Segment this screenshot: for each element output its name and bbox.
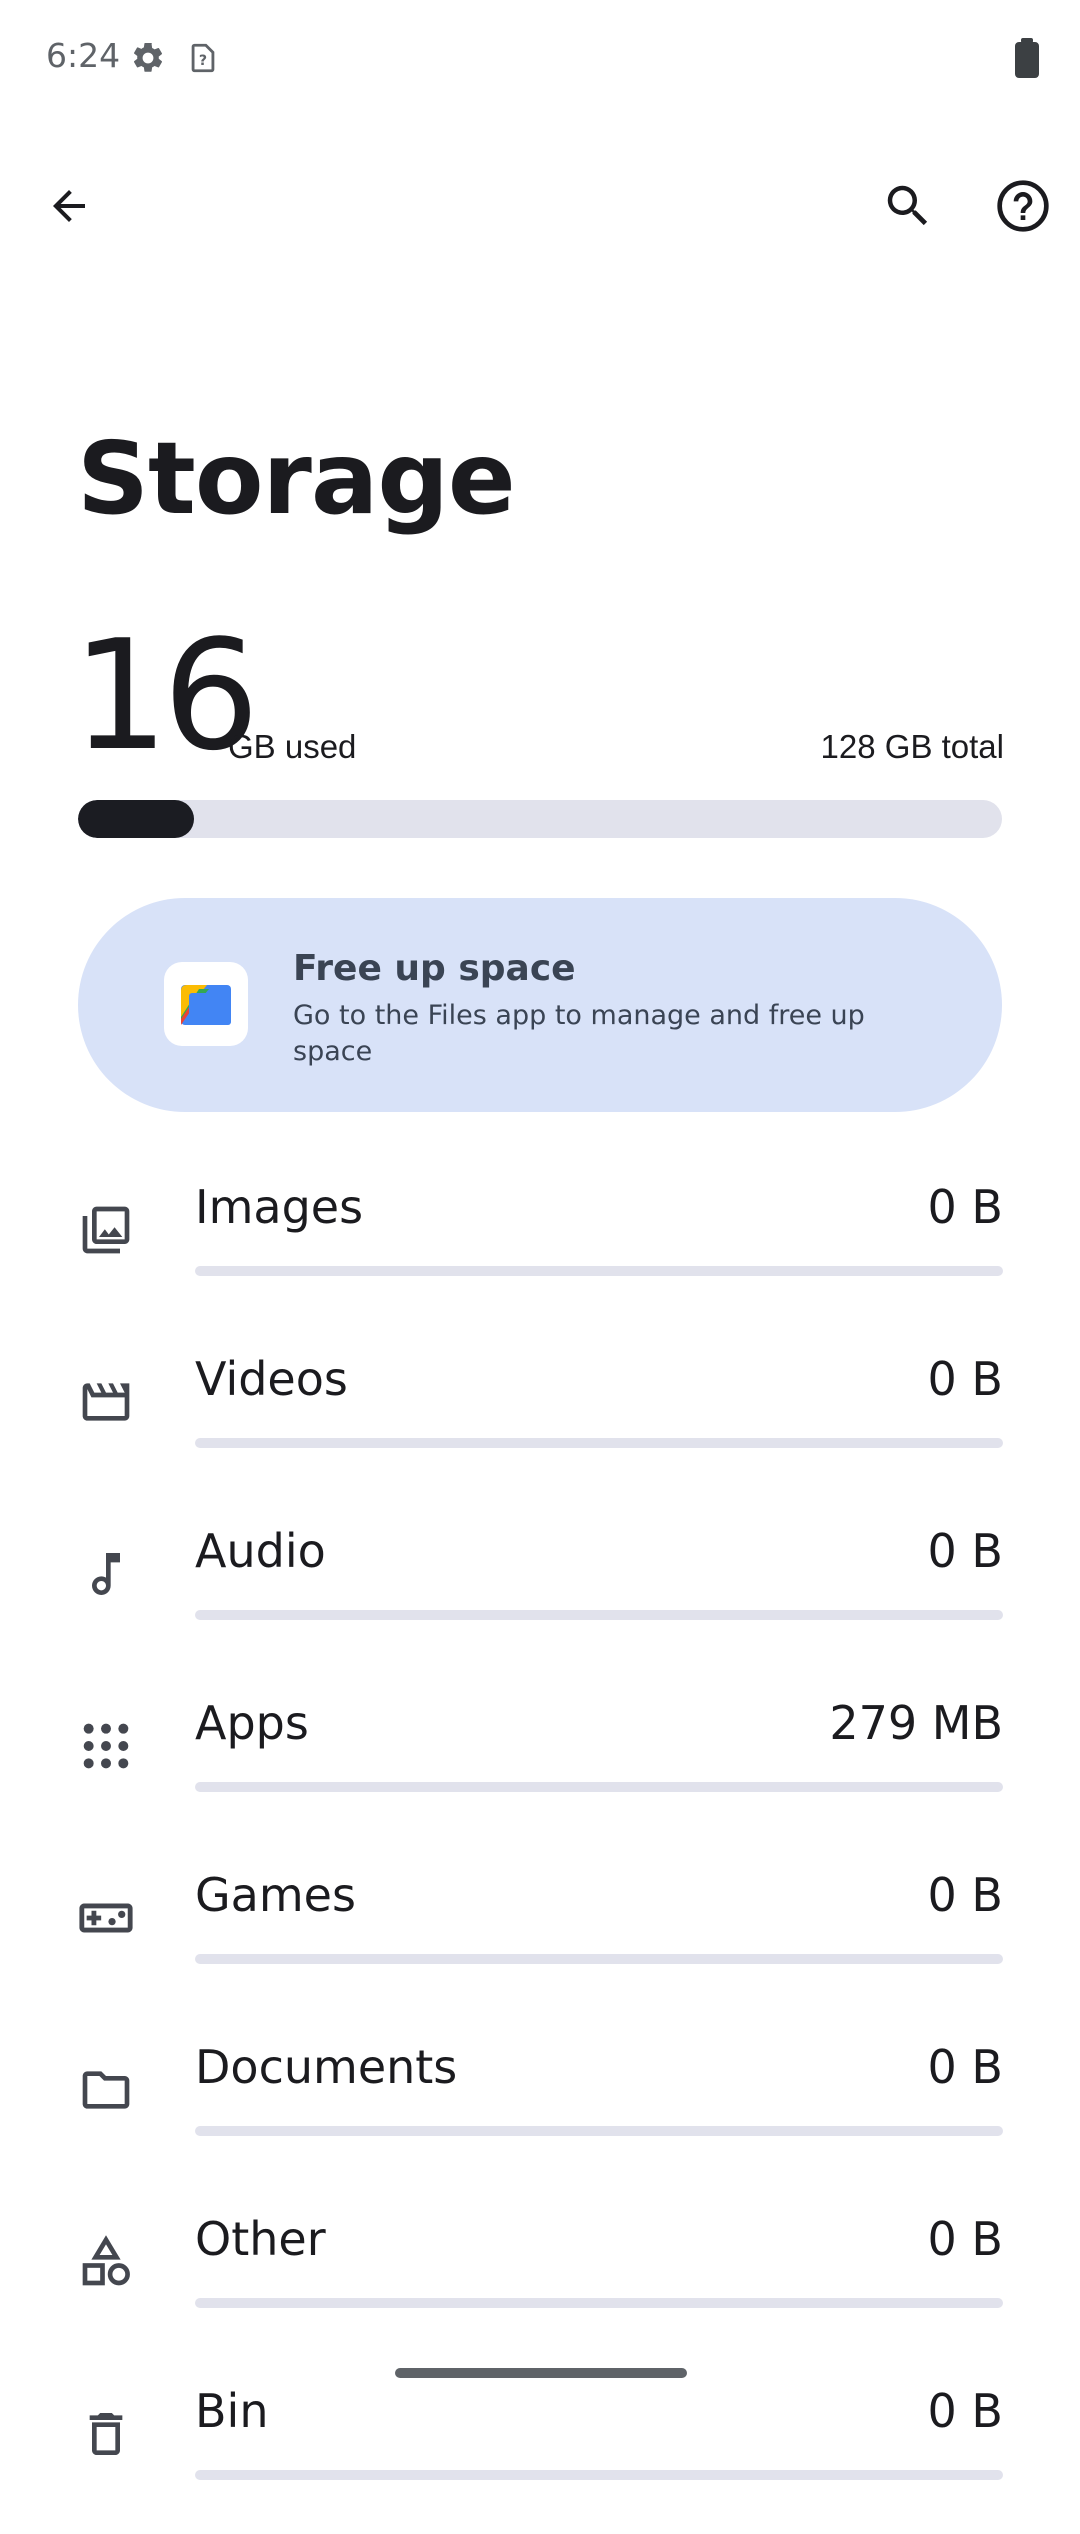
category-row-other[interactable]: Other 0 B	[0, 2192, 1080, 2362]
category-row-images[interactable]: Images 0 B	[0, 1160, 1080, 1330]
category-size: 0 B	[927, 1352, 1003, 1406]
total-storage-label: 128 GB total	[820, 728, 1004, 765]
category-name: Audio	[195, 1524, 326, 1578]
category-size: 0 B	[927, 2384, 1003, 2438]
settings-gear-icon	[130, 40, 166, 81]
category-name: Other	[195, 2212, 326, 2266]
category-size: 0 B	[927, 1868, 1003, 1922]
page-title: Storage	[77, 420, 516, 537]
category-name: Games	[195, 1868, 356, 1922]
files-app-icon	[164, 962, 248, 1046]
category-row-bin[interactable]: Bin 0 B	[0, 2364, 1080, 2534]
category-row-apps[interactable]: Apps 279 MB	[0, 1676, 1080, 1846]
free-up-space-description: Go to the Files app to manage and free u…	[293, 1000, 865, 1067]
used-storage-value: 16	[72, 607, 259, 784]
arrow-back-icon	[45, 182, 93, 235]
used-storage-unit: GB used	[228, 728, 357, 765]
search-button[interactable]	[860, 160, 956, 256]
category-usage-bar	[195, 1438, 1003, 1448]
svg-text:?: ?	[199, 53, 207, 69]
category-row-audio[interactable]: Audio 0 B	[0, 1504, 1080, 1674]
category-size: 279 MB	[829, 1696, 1003, 1750]
unknown-sim-icon: ?	[186, 40, 220, 81]
free-up-space-title: Free up space	[293, 948, 576, 989]
category-name: Apps	[195, 1696, 309, 1750]
category-row-documents[interactable]: Documents 0 B	[0, 2020, 1080, 2190]
folder-icon	[76, 2060, 136, 2120]
category-row-videos[interactable]: Videos 0 B	[0, 1332, 1080, 1502]
category-size: 0 B	[927, 1180, 1003, 1234]
category-row-games[interactable]: Games 0 B	[0, 1848, 1080, 2018]
shapes-icon	[76, 2232, 136, 2292]
category-name: Documents	[195, 2040, 458, 2094]
category-name: Images	[195, 1180, 364, 1234]
category-usage-bar	[195, 2126, 1003, 2136]
category-size: 0 B	[927, 1524, 1003, 1578]
battery-icon	[1012, 38, 1042, 83]
music-note-icon	[76, 1544, 136, 1604]
category-usage-bar	[195, 1610, 1003, 1620]
category-usage-bar	[195, 1782, 1003, 1792]
gamepad-icon	[76, 1888, 136, 1948]
storage-usage-bar	[78, 800, 1002, 838]
home-gesture-bar[interactable]	[395, 2368, 687, 2378]
status-time: 6:24	[46, 36, 121, 75]
category-size: 0 B	[927, 2040, 1003, 2094]
help-circle-icon	[995, 178, 1051, 239]
movie-clapper-icon	[76, 1372, 136, 1432]
storage-usage-fill	[78, 800, 194, 838]
category-usage-bar	[195, 1266, 1003, 1276]
search-icon	[881, 179, 935, 238]
category-usage-bar	[195, 2298, 1003, 2308]
status-bar: 6:24 ?	[0, 0, 1080, 110]
help-button[interactable]	[975, 160, 1071, 256]
category-usage-bar	[195, 2470, 1003, 2480]
apps-grid-icon	[76, 1716, 136, 1776]
category-name: Videos	[195, 1352, 348, 1406]
image-gallery-icon	[76, 1200, 136, 1260]
trash-icon	[76, 2404, 136, 2464]
back-button[interactable]	[21, 160, 117, 256]
category-size: 0 B	[927, 2212, 1003, 2266]
category-name: Bin	[195, 2384, 269, 2438]
free-up-space-card[interactable]: Free up space Go to the Files app to man…	[78, 898, 1002, 1112]
category-usage-bar	[195, 1954, 1003, 1964]
